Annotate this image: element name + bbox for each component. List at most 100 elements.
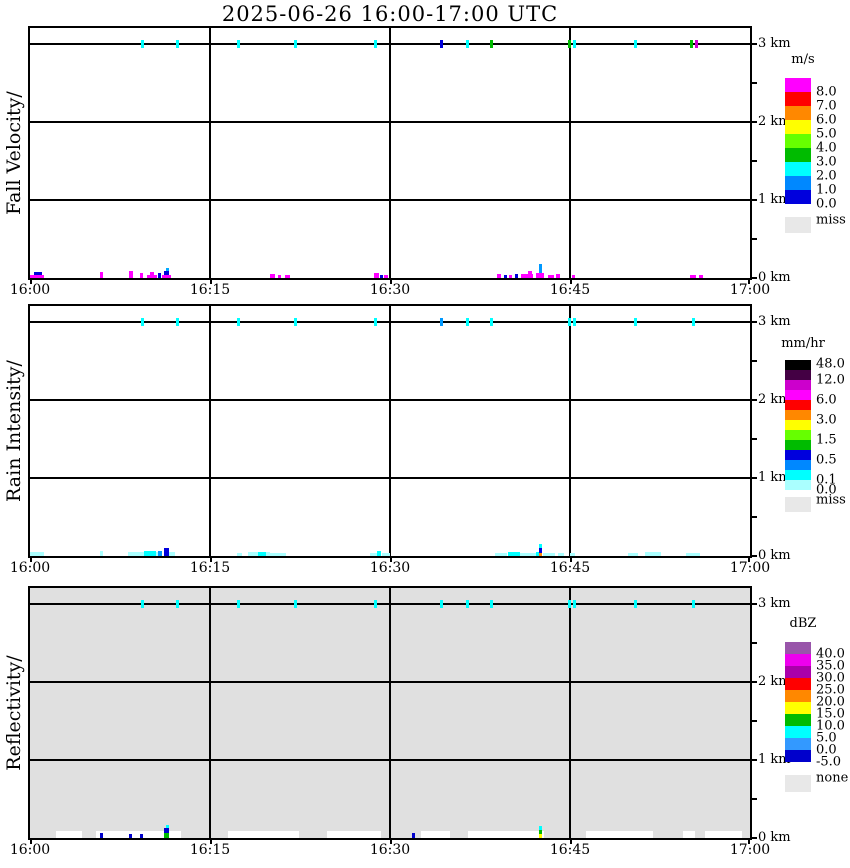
data-mark-surface xyxy=(384,275,388,278)
data-mark-3km xyxy=(490,318,493,326)
data-mark-surface xyxy=(690,275,696,278)
data-mark-3km xyxy=(141,600,144,608)
half-km-tick xyxy=(752,681,757,683)
data-mark-surface xyxy=(509,275,512,278)
no-echo-patch xyxy=(468,831,544,838)
time-gridline xyxy=(569,28,571,278)
time-tick-label: 16:30 xyxy=(369,560,411,576)
data-mark-surface xyxy=(164,271,169,275)
data-mark-3km xyxy=(237,600,240,608)
data-mark-3km xyxy=(573,318,576,326)
data-mark-3km xyxy=(374,40,377,48)
data-mark-surface xyxy=(100,833,103,838)
data-mark-surface xyxy=(166,268,169,271)
no-echo-patch xyxy=(421,831,450,838)
half-km-tick xyxy=(752,837,757,839)
data-mark-3km xyxy=(634,600,637,608)
data-mark-3km xyxy=(695,40,698,48)
colorbar-label: 1.5 xyxy=(816,432,837,448)
colorbar-segment xyxy=(785,390,811,400)
data-mark-surface xyxy=(270,274,275,278)
time-gridline xyxy=(569,306,571,556)
data-mark-surface xyxy=(147,275,157,278)
colorbar-segment xyxy=(785,738,811,750)
colorbar-segment xyxy=(785,176,811,190)
data-mark-surface xyxy=(570,553,575,556)
colorbar-label: 7.0 xyxy=(816,98,837,114)
time-tick-label: 17:00 xyxy=(729,560,771,576)
half-km-tick xyxy=(752,603,757,605)
data-mark-surface xyxy=(162,275,171,278)
colorbar-label: 0.0 xyxy=(816,196,837,212)
half-km-tick xyxy=(752,642,757,644)
data-mark-surface xyxy=(30,275,44,278)
colorbar-label: 5.0 xyxy=(816,126,837,142)
data-mark-surface xyxy=(539,826,542,830)
colorbar-label: 1.0 xyxy=(816,182,837,198)
colorbar-label: 8.0 xyxy=(816,84,837,100)
data-mark-3km xyxy=(692,600,695,608)
missing-color-swatch xyxy=(785,497,811,512)
colorbar-segment xyxy=(785,380,811,390)
colorbar-label: 48.0 xyxy=(816,356,845,372)
y-axis-label-fall-velocity: Fall Velocity/ xyxy=(3,91,25,215)
data-mark-surface xyxy=(521,274,533,278)
colorbar-segment xyxy=(785,106,811,120)
time-tick-label: 16:45 xyxy=(549,842,591,858)
data-mark-surface xyxy=(370,553,377,556)
data-mark-surface xyxy=(539,544,542,548)
time-tick-label: 16:15 xyxy=(189,842,231,858)
data-mark-3km xyxy=(294,40,297,48)
data-mark-surface xyxy=(539,834,542,838)
time-gridline xyxy=(389,588,391,838)
colorbar-segment xyxy=(785,420,811,430)
colorbar-label: 6.0 xyxy=(816,112,837,128)
profiler-time-height-chart: 2025-06-26 16:00-17:00 UTC 3 km 2 km 1 km 0… xyxy=(0,0,850,868)
time-gridline xyxy=(209,28,211,278)
data-mark-surface xyxy=(140,273,143,278)
data-mark-surface xyxy=(34,272,42,275)
no-echo-patch xyxy=(683,831,695,838)
data-mark-3km xyxy=(573,40,576,48)
data-mark-3km xyxy=(294,600,297,608)
data-mark-surface xyxy=(268,553,286,556)
data-mark-surface xyxy=(374,273,379,278)
y-axis-label-rain-intensity: Rain Intensity/ xyxy=(3,360,25,502)
half-km-tick xyxy=(752,321,757,323)
colorbar-segment xyxy=(785,460,811,470)
height-tick-label: 3 km xyxy=(758,36,791,51)
colorbar-segment xyxy=(785,134,811,148)
colorbar-segment xyxy=(785,360,811,370)
colorbar-label-missing: miss xyxy=(816,212,846,228)
colorbar-label: 3.0 xyxy=(816,154,837,170)
colorbar-segment xyxy=(785,450,811,460)
colorbar-segment xyxy=(785,120,811,134)
missing-color-swatch xyxy=(785,775,811,792)
data-mark-3km xyxy=(294,318,297,326)
colorbar-segment xyxy=(785,480,811,490)
time-tick-label: 16:00 xyxy=(9,282,51,298)
colorbar-label: -5.0 xyxy=(816,754,842,770)
time-tick-label: 16:15 xyxy=(189,282,231,298)
data-mark-surface xyxy=(645,552,661,556)
half-km-tick xyxy=(752,399,757,401)
time-gridline xyxy=(389,306,391,556)
colorbar-segment xyxy=(785,430,811,440)
colorbar-segment xyxy=(785,654,811,666)
data-mark-surface xyxy=(508,552,520,556)
data-mark-surface xyxy=(164,833,169,838)
colorbar-segment xyxy=(785,190,811,204)
time-gridline xyxy=(569,588,571,838)
colorbar-unit-label: m/s xyxy=(791,52,815,67)
data-mark-surface xyxy=(166,825,169,828)
data-mark-surface xyxy=(495,553,507,556)
time-tick-label: 16:00 xyxy=(9,560,51,576)
half-km-tick xyxy=(752,798,757,800)
half-km-tick xyxy=(752,43,757,45)
colorbar-segment xyxy=(785,148,811,162)
data-mark-surface xyxy=(628,553,638,556)
colorbar-segment xyxy=(785,678,811,690)
data-mark-3km xyxy=(141,318,144,326)
data-mark-surface xyxy=(515,274,518,278)
data-mark-surface xyxy=(140,834,143,838)
